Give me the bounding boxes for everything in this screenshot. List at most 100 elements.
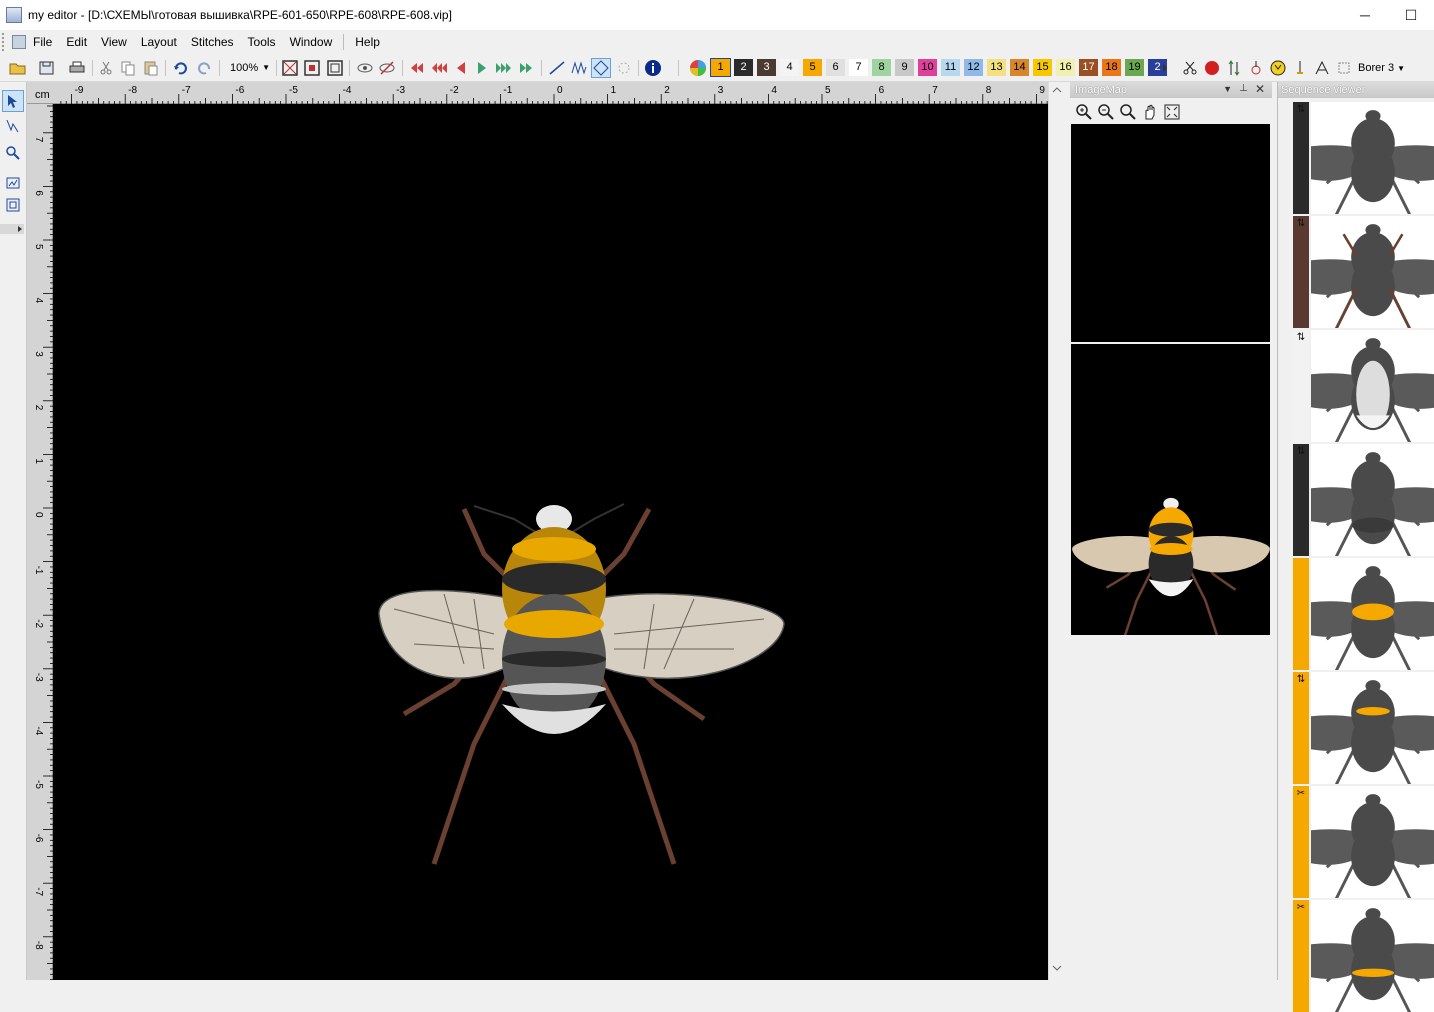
measure-tool-icon[interactable] [2, 172, 24, 194]
fit-page-icon[interactable] [325, 58, 345, 78]
imagemap-overview[interactable] [1071, 124, 1270, 342]
eye-icon[interactable] [355, 58, 375, 78]
prev-stitch-icon[interactable] [451, 58, 471, 78]
menu-layout[interactable]: Layout [134, 30, 184, 54]
needle-stop-icon[interactable] [1246, 58, 1266, 78]
color-swatch[interactable]: 8 [872, 59, 891, 76]
info-icon[interactable] [643, 58, 663, 78]
print-icon[interactable] [67, 58, 87, 78]
color-swatch[interactable]: 14 [1010, 59, 1029, 76]
frame-tool-icon[interactable] [2, 194, 24, 216]
menu-tools[interactable]: Tools [241, 30, 283, 54]
vertical-scrollbar[interactable] [1048, 82, 1065, 980]
needle-dropdown[interactable]: Borer 3 ▼ [1358, 60, 1414, 76]
ruler-top-label: 6 [879, 85, 885, 96]
color-swatch[interactable]: 2 [734, 59, 753, 76]
minimize-button[interactable]: ─ [1342, 0, 1388, 30]
color-swatch[interactable]: 13 [987, 59, 1006, 76]
trim-scissors-icon[interactable] [1180, 58, 1200, 78]
open-folder-icon[interactable] [8, 58, 28, 78]
color-wheel-icon[interactable] [688, 58, 708, 78]
menu-edit[interactable]: Edit [59, 30, 94, 54]
needle-icon[interactable] [1290, 58, 1310, 78]
pan-hand-icon[interactable] [1140, 102, 1160, 122]
zoom-tool-icon[interactable] [2, 142, 24, 164]
zoom-fit-icon[interactable] [1118, 102, 1138, 122]
color-swatch[interactable]: 3 [757, 59, 776, 76]
zoom-out-icon[interactable] [1096, 102, 1116, 122]
next-stitch-icon[interactable] [472, 58, 492, 78]
menu-help[interactable]: Help [348, 30, 387, 54]
sequence-item[interactable]: ⇅ [1291, 330, 1434, 442]
menu-file[interactable]: File [26, 30, 59, 54]
color-swatch[interactable]: 10 [918, 59, 937, 76]
save-icon[interactable] [37, 58, 57, 78]
sequence-item[interactable]: ⇅ [1291, 102, 1434, 214]
color-swatch[interactable]: 6 [826, 59, 845, 76]
pin-icon[interactable]: ⊥ [1239, 83, 1248, 94]
ruler-top-label: -5 [289, 85, 298, 96]
color-swatch[interactable]: 4 [780, 59, 799, 76]
stitch-tool-icon[interactable] [569, 58, 589, 78]
color-swatch[interactable]: 9 [895, 59, 914, 76]
color-swatch[interactable]: 5 [803, 59, 822, 76]
color-swatch[interactable]: 15 [1033, 59, 1052, 76]
scroll-down-arrow-icon[interactable] [1052, 965, 1062, 971]
sequence-item[interactable] [1291, 558, 1434, 670]
close-icon[interactable]: ✕ [1255, 82, 1265, 96]
jump-icon[interactable] [1224, 58, 1244, 78]
hide-eye-icon[interactable] [377, 58, 397, 78]
ruler-top-label: 0 [557, 85, 563, 96]
zoom-dropdown[interactable]: 100% ▼ [226, 59, 272, 77]
last-stitch-icon[interactable] [516, 58, 536, 78]
sequence-item[interactable]: ✂ [1291, 786, 1434, 898]
cut-icon[interactable] [96, 58, 116, 78]
font-icon[interactable] [1312, 58, 1332, 78]
color-swatch[interactable]: 19 [1125, 59, 1144, 76]
menu-view[interactable]: View [94, 30, 134, 54]
color-swatch[interactable]: 7 [849, 59, 868, 76]
zoom-in-icon[interactable] [1074, 102, 1094, 122]
settings-icon[interactable] [1334, 58, 1354, 78]
scroll-up-arrow-icon[interactable] [1052, 87, 1062, 93]
chevron-down-icon[interactable]: ▼ [1223, 84, 1232, 94]
document-icon[interactable] [12, 35, 26, 49]
color-swatch[interactable]: 18 [1102, 59, 1121, 76]
select-tool-icon[interactable] [2, 90, 24, 112]
copy-icon[interactable] [118, 58, 138, 78]
palette-more-arrow-icon[interactable] [1160, 58, 1170, 78]
sequence-item[interactable]: ⇅ [1291, 672, 1434, 784]
line-tool-icon[interactable] [547, 58, 567, 78]
prev-color-icon[interactable] [429, 58, 449, 78]
color-swatch[interactable]: 12 [964, 59, 983, 76]
sequence-item[interactable]: ✂ [1291, 900, 1434, 1012]
fit-window-icon[interactable] [1162, 102, 1182, 122]
redo-icon[interactable] [194, 58, 214, 78]
fit-design-icon[interactable] [302, 58, 322, 78]
sequence-item[interactable]: ⇅ [1291, 216, 1434, 328]
menu-stitches[interactable]: Stitches [184, 30, 241, 54]
design-canvas[interactable] [53, 104, 1048, 980]
toolbar-grip[interactable] [2, 33, 10, 51]
next-color-icon[interactable] [494, 58, 514, 78]
menu-window[interactable]: Window [283, 30, 340, 54]
node-tool-icon[interactable] [614, 58, 634, 78]
undo-icon[interactable] [171, 58, 191, 78]
first-stitch-icon[interactable] [407, 58, 427, 78]
shape-tool-icon[interactable] [591, 58, 611, 78]
ruler-top-label: -2 [450, 85, 459, 96]
color-swatch[interactable]: 11 [941, 59, 960, 76]
color-swatch[interactable]: 1 [710, 58, 731, 77]
reshape-tool-icon[interactable] [2, 114, 24, 136]
maximize-button[interactable]: ☐ [1388, 0, 1434, 30]
expand-arrow-icon[interactable] [0, 224, 24, 234]
fit-x-icon[interactable] [280, 58, 300, 78]
color-swatch[interactable]: 16 [1056, 59, 1075, 76]
sequence-color-bar [1293, 786, 1309, 898]
paste-icon[interactable] [141, 58, 161, 78]
color-swatch[interactable]: 17 [1079, 59, 1098, 76]
imagemap-preview[interactable] [1071, 344, 1270, 653]
stop-icon[interactable] [1202, 58, 1222, 78]
sequence-item[interactable]: ⇅ [1291, 444, 1434, 556]
applique-icon[interactable] [1268, 58, 1288, 78]
